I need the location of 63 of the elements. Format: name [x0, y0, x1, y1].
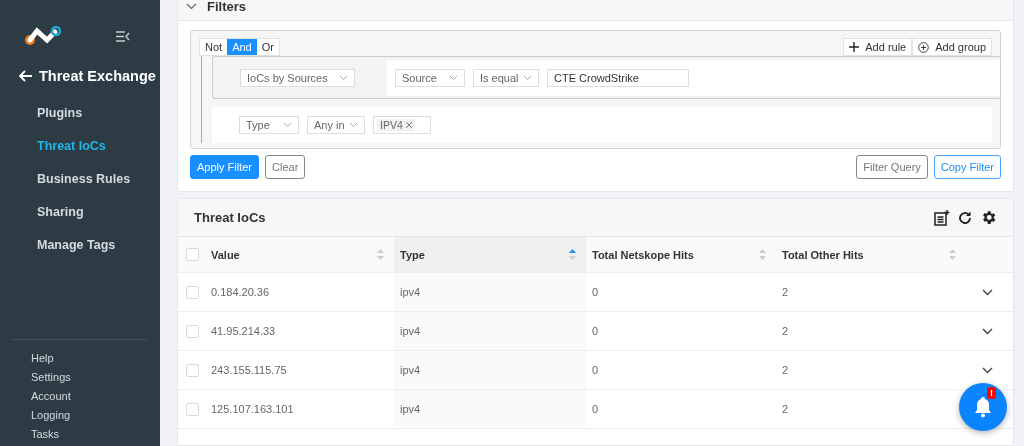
field-select[interactable]: IoCs by Sources [240, 68, 355, 87]
operator-select[interactable]: Is equal [473, 68, 539, 87]
sort-icon[interactable] [569, 249, 576, 260]
column-header[interactable]: Total Other Hits [776, 237, 966, 273]
table-cell: ipv4 [394, 390, 586, 429]
chevron-down-icon[interactable] [982, 366, 993, 374]
row-checkbox[interactable] [186, 363, 199, 377]
footer-link[interactable]: Tasks [31, 428, 147, 440]
table-title: Threat IoCs [194, 210, 266, 225]
footer-link[interactable]: Help [31, 352, 147, 364]
collapse-menu-icon[interactable] [116, 30, 130, 42]
select-all-checkbox[interactable] [186, 248, 199, 261]
tag-label: IPV4 [380, 119, 403, 131]
sidebar-item[interactable]: Plugins [37, 106, 160, 120]
footer-link[interactable]: Account [31, 390, 147, 402]
value-field[interactable]: CTE CrowdStrike [547, 68, 689, 87]
caret-icon [449, 74, 458, 81]
bell-icon [973, 396, 993, 418]
column-header[interactable]: Total Netskope Hits [586, 237, 776, 273]
clear-button[interactable]: Clear [265, 155, 306, 179]
ioc-value: 243.155.115.75 [211, 364, 287, 376]
back-arrow-icon[interactable] [19, 70, 33, 82]
chevron-down-icon[interactable] [982, 327, 993, 335]
table-cell: ipv4 [394, 312, 586, 351]
ioc-value: 0.184.20.36 [211, 286, 270, 298]
column-header[interactable]: Type [394, 237, 586, 273]
row-checkbox[interactable] [186, 285, 199, 299]
filters-title: Filters [207, 0, 246, 14]
field-select[interactable]: Source [395, 68, 465, 87]
tag-field[interactable]: IPV4 [373, 116, 431, 134]
add-group-button[interactable]: Add group [912, 38, 992, 56]
logo-icon [24, 26, 62, 46]
sidebar-item[interactable]: Threat IoCs [37, 139, 160, 153]
refresh-icon[interactable] [958, 210, 972, 225]
plus-icon [849, 42, 860, 52]
row-checkbox[interactable] [186, 402, 199, 416]
caret-icon [283, 122, 292, 128]
plus-circle-icon [918, 41, 930, 53]
sidebar-item[interactable]: Manage Tags [37, 238, 160, 252]
column-header[interactable]: Value [178, 237, 394, 273]
sidebar-item[interactable]: Business Rules [37, 172, 160, 186]
filter-query-button[interactable]: Filter Query [856, 155, 928, 179]
chevron-down-icon[interactable] [982, 288, 993, 296]
footer-link[interactable]: Settings [31, 371, 147, 383]
field-select[interactable]: Type [239, 116, 299, 134]
operator-select[interactable]: Any in [307, 116, 365, 134]
table-cell: ipv4 [394, 351, 586, 390]
add-rule-button[interactable]: Add rule [843, 38, 913, 56]
chevron-icon[interactable] [186, 3, 197, 10]
add-list-icon[interactable] [934, 209, 950, 226]
footer-link[interactable]: Logging [31, 409, 147, 421]
settings-icon[interactable] [980, 209, 997, 226]
caret-icon [339, 74, 348, 81]
ioc-value: 41.95.214.33 [211, 325, 276, 337]
ioc-value: 125.107.163.101 [211, 403, 294, 415]
sidebar-item[interactable]: Sharing [37, 205, 160, 219]
row-checkbox[interactable] [186, 324, 199, 338]
table-cell: ipv4 [394, 273, 586, 312]
caret-icon [523, 74, 532, 81]
section-title: Threat Exchange [39, 68, 156, 84]
close-icon[interactable] [405, 122, 412, 128]
caret-icon [349, 122, 358, 128]
notification-badge: ! [987, 387, 996, 399]
